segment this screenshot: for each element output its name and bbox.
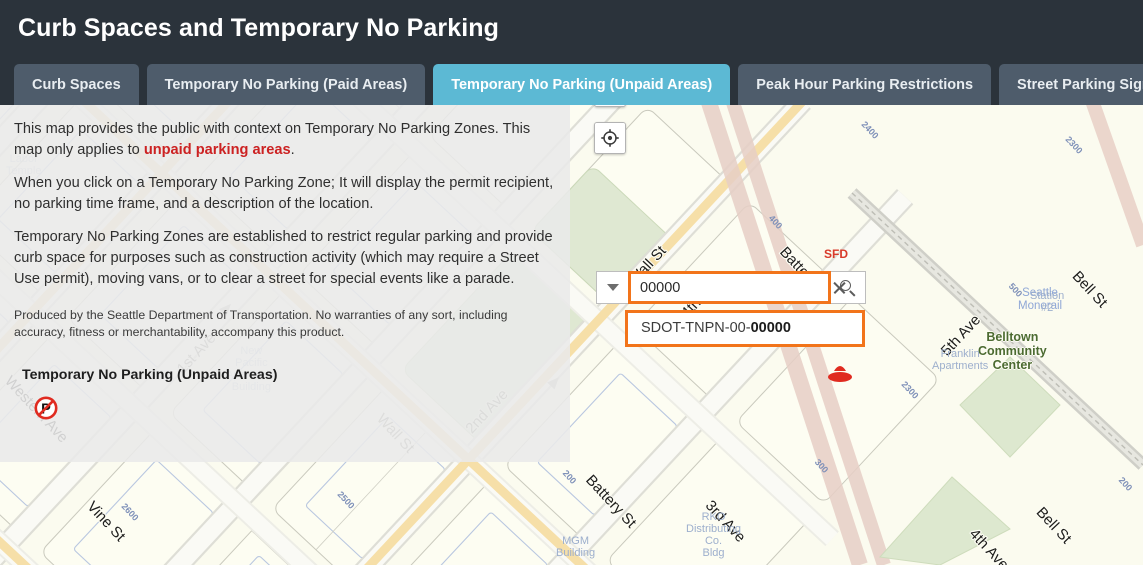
unpaid-parking-areas-highlight: unpaid parking areas — [143, 142, 291, 158]
suggestion-match: 00000 — [750, 320, 791, 336]
search-widget: SDOT-TNPN-00-00000 — [596, 271, 866, 347]
suggestion-prefix: SDOT-TNPN-00- — [641, 320, 751, 336]
app-header: Curb Spaces and Temporary No Parking Cur… — [0, 0, 1143, 105]
tab-label: Peak Hour Parking Restrictions — [756, 76, 974, 93]
search-input-container[interactable] — [628, 271, 831, 304]
info-p1-text-after: . — [290, 142, 295, 158]
info-paragraph-2: When you click on a Temporary No Parking… — [14, 175, 554, 212]
chevron-down-icon — [606, 284, 619, 291]
search-input[interactable] — [640, 279, 827, 296]
search-suggestion-item[interactable]: SDOT-TNPN-00-00000 — [628, 313, 862, 344]
tab-strip: Curb Spaces Temporary No Parking (Paid A… — [14, 64, 1143, 105]
page-title: Curb Spaces and Temporary No Parking — [18, 14, 500, 42]
info-panel: This map provides the public with contex… — [0, 105, 570, 462]
legend-title: Temporary No Parking (Unpaid Areas) — [22, 367, 278, 383]
tab-peak-hour-parking-restrictions[interactable]: Peak Hour Parking Restrictions — [738, 64, 992, 105]
tab-label: Temporary No Parking (Unpaid Areas) — [451, 76, 713, 93]
no-parking-icon: P — [34, 396, 58, 420]
tab-temporary-no-parking-unpaid[interactable]: Temporary No Parking (Unpaid Areas) — [433, 64, 731, 105]
tab-label: Curb Spaces — [32, 76, 121, 93]
info-paragraph-3: Temporary No Parking Zones are establish… — [14, 229, 553, 287]
tab-label: Street Parking Signs — [1017, 76, 1143, 93]
tab-street-parking-signs[interactable]: Street Parking Signs — [999, 64, 1143, 105]
search-suggestions-list: SDOT-TNPN-00-00000 — [625, 310, 865, 347]
search-icon — [840, 279, 856, 296]
tab-temporary-no-parking-paid[interactable]: Temporary No Parking (Paid Areas) — [146, 64, 426, 105]
tab-curb-spaces[interactable]: Curb Spaces — [14, 64, 139, 105]
app-root: Wall St 4th Ave Battery St 5th Ave Bell … — [0, 0, 1143, 565]
search-source-selector[interactable] — [596, 271, 628, 304]
info-disclaimer: Produced by the Seattle Department of Tr… — [14, 308, 508, 339]
my-location-button[interactable] — [595, 123, 625, 153]
locate-control — [594, 122, 626, 154]
tab-label: Temporary No Parking (Paid Areas) — [164, 76, 408, 93]
search-row — [596, 271, 866, 304]
locate-icon — [601, 129, 619, 147]
info-paragraph-1: This map provides the public with contex… — [14, 119, 556, 161]
